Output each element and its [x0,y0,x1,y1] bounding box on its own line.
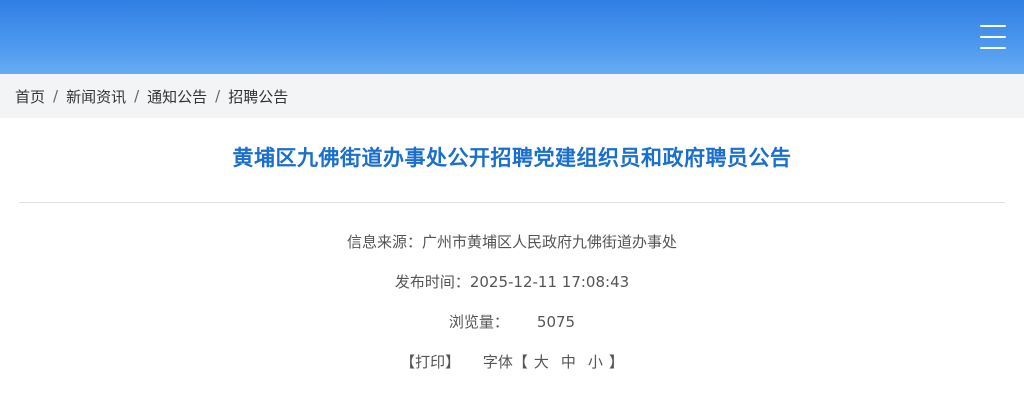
print-button[interactable]: 【打印】 [400,353,460,371]
breadcrumb-separator: / [215,87,221,105]
breadcrumb-home[interactable]: 首页 [15,86,45,107]
breadcrumb-separator: / [134,87,140,105]
time-label: 发布时间： [394,273,470,291]
breadcrumb-recruitment[interactable]: 招聘公告 [228,86,288,107]
title-divider [19,202,1005,203]
breadcrumb-news[interactable]: 新闻资讯 [66,86,126,107]
time-value: 2025-12-11 17:08:43 [469,273,630,291]
breadcrumb-notices[interactable]: 通知公告 [147,86,207,107]
article-source: 信息来源：广州市黄埔区人民政府九佛街道办事处 [0,231,1024,252]
font-large-button[interactable]: 大 [534,353,549,371]
article-views: 浏览量： 5075 [0,311,1024,332]
menu-bar [980,25,1006,27]
menu-bar [980,36,1006,38]
breadcrumb: 首页 / 新闻资讯 / 通知公告 / 招聘公告 [0,74,1024,118]
font-size-close: 】 [608,353,624,371]
article-title: 黄埔区九佛街道办事处公开招聘党建组织员和政府聘员公告 [232,146,792,170]
font-size-selector: 字体【大中小】 [483,353,624,371]
source-value: 广州市黄埔区人民政府九佛街道办事处 [422,233,678,251]
article-publish-time: 发布时间：2025-12-11 17:08:43 [0,271,1024,292]
hamburger-menu-icon[interactable] [980,25,1006,51]
article-tools: 【打印】 字体【大中小】 [0,351,1024,372]
views-label: 浏览量： [448,313,509,331]
site-header [0,0,1024,74]
views-value: 5075 [536,313,576,331]
breadcrumb-separator: / [53,87,59,105]
menu-bar [980,47,1006,49]
font-size-label: 字体【 [482,353,528,371]
source-label: 信息来源： [346,233,422,251]
font-small-button[interactable]: 小 [588,353,603,371]
font-medium-button[interactable]: 中 [561,353,576,371]
